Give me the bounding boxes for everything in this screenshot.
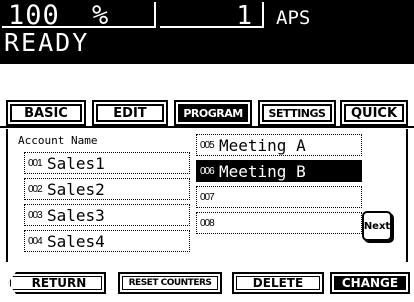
- account-button-006[interactable]: 006 Meeting B: [196, 160, 362, 182]
- status-message: READY: [4, 28, 90, 57]
- account-number: 003: [28, 210, 43, 221]
- account-name: Sales2: [47, 180, 105, 199]
- tab-basic[interactable]: BASIC: [6, 100, 86, 126]
- tab-edit[interactable]: EDIT: [92, 100, 168, 126]
- account-number: 005: [200, 140, 215, 151]
- account-name: Sales4: [47, 232, 105, 251]
- account-button-008[interactable]: 008: [196, 212, 362, 234]
- status-bar: 100 % 1 APS READY: [0, 0, 414, 64]
- account-number: 008: [200, 218, 215, 229]
- zoom-value: 100: [8, 0, 60, 31]
- change-button[interactable]: CHANGE: [330, 272, 410, 294]
- account-name: Meeting A: [219, 136, 306, 155]
- account-name: Meeting B: [219, 162, 306, 181]
- copier-panel-screen: 100 % 1 APS READY BASIC EDIT PROGRAM SET…: [0, 0, 414, 302]
- tab-bar: BASIC EDIT PROGRAM SETTINGS QUICK: [0, 100, 414, 128]
- next-page-button[interactable]: Next: [362, 211, 392, 241]
- account-number: 002: [28, 184, 43, 195]
- account-button-005[interactable]: 005 Meeting A: [196, 134, 362, 156]
- copies-display: 1: [160, 1, 264, 31]
- return-button[interactable]: RETURN: [8, 272, 106, 294]
- delete-button[interactable]: DELETE: [232, 272, 324, 294]
- tab-quick[interactable]: QUICK: [340, 100, 408, 126]
- zoom-unit: %: [92, 0, 109, 31]
- account-button-002[interactable]: 002 Sales2: [24, 178, 190, 200]
- account-name-heading: Account Name: [18, 134, 98, 147]
- account-button-001[interactable]: 001 Sales1: [24, 152, 190, 174]
- account-number: 004: [28, 236, 43, 247]
- account-number: 001: [28, 158, 43, 169]
- account-name: Sales1: [47, 154, 105, 173]
- account-button-003[interactable]: 003 Sales3: [24, 204, 190, 226]
- tab-settings[interactable]: SETTINGS: [258, 100, 336, 126]
- reset-counters-button[interactable]: RESET COUNTERS: [118, 272, 222, 294]
- bottom-action-bar: RETURN RESET COUNTERS DELETE CHANGE: [0, 268, 414, 298]
- zoom-display: 100 %: [2, 0, 156, 31]
- account-button-007[interactable]: 007: [196, 186, 362, 208]
- account-number: 006: [200, 166, 215, 177]
- copies-value: 1: [236, 1, 252, 31]
- account-button-004[interactable]: 004 Sales4: [24, 230, 190, 252]
- account-panel: Account Name 001 Sales1 002 Sales2 003 S…: [6, 129, 408, 262]
- paper-mode: APS: [276, 7, 311, 29]
- account-name: Sales3: [47, 206, 105, 225]
- account-number: 007: [200, 192, 215, 203]
- tab-program[interactable]: PROGRAM: [174, 100, 252, 126]
